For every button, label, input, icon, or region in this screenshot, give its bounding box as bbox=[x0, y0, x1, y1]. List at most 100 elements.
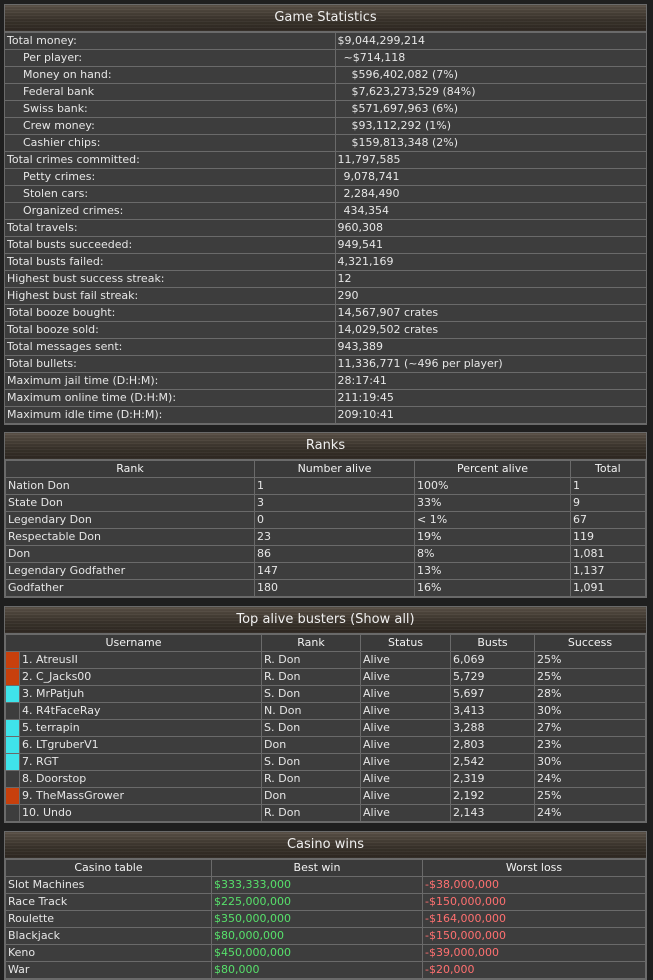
buster-username-link[interactable]: 1. AtreusII bbox=[18, 651, 263, 669]
stat-row: Total crimes committed: 11,797,585 bbox=[5, 151, 646, 169]
buster-success: 23% bbox=[534, 736, 646, 754]
stat-value: 11,336,771 (~496 per player) bbox=[335, 355, 646, 373]
buster-rank: R. Don bbox=[261, 770, 362, 788]
buster-username-link[interactable]: 9. TheMassGrower bbox=[18, 787, 263, 805]
ranks-title: Ranks bbox=[5, 433, 646, 460]
stat-label: Maximum online time (D:H:M): bbox=[5, 389, 336, 407]
stat-value: 434,354 bbox=[335, 202, 646, 220]
casino-table-name: War bbox=[5, 961, 212, 979]
stat-label: Total messages sent: bbox=[5, 338, 336, 356]
stat-row: Cashier chips: $159,813,348 (2%) bbox=[5, 134, 646, 152]
table-row: Godfather 180 16% 1,091 bbox=[5, 579, 646, 597]
casino-best-win: $450,000,000 bbox=[211, 944, 423, 962]
rank-total: 1 bbox=[570, 477, 646, 495]
stat-row: Highest bust success streak: 12 bbox=[5, 270, 646, 288]
buster-rank: R. Don bbox=[261, 668, 362, 686]
casino-worst-loss: -$20,000 bbox=[422, 961, 646, 979]
buster-username-link[interactable]: 10. Undo bbox=[18, 804, 263, 822]
busters-title[interactable]: Top alive busters (Show all) bbox=[5, 607, 646, 634]
ranks-header-number-alive: Number alive bbox=[254, 460, 415, 478]
buster-status: Alive bbox=[360, 753, 452, 771]
buster-success: 25% bbox=[534, 787, 646, 805]
busters-header-username: Username bbox=[4, 634, 263, 652]
table-row: 2. C_Jacks00 R. Don Alive 5,729 25% bbox=[5, 668, 646, 686]
stat-row: Maximum online time (D:H:M): 211:19:45 bbox=[5, 389, 646, 407]
crew-color-swatch bbox=[7, 806, 19, 821]
stat-row: Stolen cars: 2,284,490 bbox=[5, 185, 646, 203]
stat-row: Total booze bought: 14,567,907 crates bbox=[5, 304, 646, 322]
stat-row: Highest bust fail streak: 290 bbox=[5, 287, 646, 305]
rank-percent-alive: 100% bbox=[414, 477, 571, 495]
buster-username-link[interactable]: 2. C_Jacks00 bbox=[18, 668, 263, 686]
buster-busts: 5,697 bbox=[450, 685, 536, 703]
table-row: 3. MrPatjuh S. Don Alive 5,697 28% bbox=[5, 685, 646, 703]
stat-label: Cashier chips: bbox=[5, 134, 336, 152]
stat-label: Maximum jail time (D:H:M): bbox=[5, 372, 336, 390]
buster-success: 30% bbox=[534, 753, 646, 771]
buster-status: Alive bbox=[360, 804, 452, 822]
buster-status: Alive bbox=[360, 736, 452, 754]
rank-total: 119 bbox=[570, 528, 646, 546]
table-row: 8. Doorstop R. Don Alive 2,319 24% bbox=[5, 770, 646, 788]
stat-row: Total busts succeeded: 949,541 bbox=[5, 236, 646, 254]
rank-name: State Don bbox=[5, 494, 255, 512]
crew-color-swatch bbox=[6, 669, 19, 685]
stat-label: Stolen cars: bbox=[5, 185, 336, 203]
stat-row: Total booze sold: 14,029,502 crates bbox=[5, 321, 646, 339]
stat-value: 949,541 bbox=[335, 236, 646, 254]
buster-status: Alive bbox=[360, 719, 452, 737]
table-row: Respectable Don 23 19% 119 bbox=[5, 528, 646, 546]
buster-username-link[interactable]: 8. Doorstop bbox=[18, 770, 263, 788]
stat-row: Maximum jail time (D:H:M): 28:17:41 bbox=[5, 372, 646, 390]
rank-total: 67 bbox=[570, 511, 646, 529]
crew-color-swatch bbox=[6, 754, 19, 770]
stat-value: 211:19:45 bbox=[335, 389, 646, 407]
stat-row: Swiss bank: $571,697,963 (6%) bbox=[5, 100, 646, 118]
stat-row: Total messages sent: 943,389 bbox=[5, 338, 646, 356]
stat-row: Petty crimes: 9,078,741 bbox=[5, 168, 646, 186]
buster-busts: 5,729 bbox=[450, 668, 536, 686]
stat-row: Money on hand: $596,402,082 (7%) bbox=[5, 66, 646, 84]
buster-busts: 2,803 bbox=[450, 736, 536, 754]
buster-rank: Don bbox=[261, 787, 362, 805]
crew-color-marker bbox=[5, 804, 20, 822]
table-row: 5. terrapin S. Don Alive 3,288 27% bbox=[5, 719, 646, 737]
buster-status: Alive bbox=[360, 668, 452, 686]
crew-color-swatch bbox=[6, 788, 19, 804]
rank-name: Legendary Godfather bbox=[5, 562, 255, 580]
buster-username-link[interactable]: 3. MrPatjuh bbox=[18, 685, 263, 703]
buster-username-link[interactable]: 6. LTgruberV1 bbox=[18, 736, 263, 754]
buster-success: 28% bbox=[534, 685, 646, 703]
stat-value: 943,389 bbox=[335, 338, 646, 356]
rank-total: 1,081 bbox=[570, 545, 646, 563]
rank-name: Legendary Don bbox=[5, 511, 255, 529]
table-row: Legendary Don 0 < 1% 67 bbox=[5, 511, 646, 529]
rank-total: 9 bbox=[570, 494, 646, 512]
game-statistics-table: Total money: $9,044,299,214 Per player: ~$7… bbox=[5, 32, 646, 424]
stat-value: $159,813,348 (2%) bbox=[335, 134, 646, 152]
casino-worst-loss: -$150,000,000 bbox=[422, 893, 646, 911]
table-row: State Don 3 33% 9 bbox=[5, 494, 646, 512]
stat-label: Total bullets: bbox=[5, 355, 336, 373]
buster-username-link[interactable]: 4. R4tFaceRay bbox=[18, 702, 263, 720]
casino-best-win: $80,000,000 bbox=[211, 927, 423, 945]
table-row: 4. R4tFaceRay N. Don Alive 3,413 30% bbox=[5, 702, 646, 720]
casino-best-win: $350,000,000 bbox=[211, 910, 423, 928]
stat-row: Federal bank $7,623,273,529 (84%) bbox=[5, 83, 646, 101]
crew-color-marker bbox=[5, 770, 20, 788]
rank-percent-alive: 19% bbox=[414, 528, 571, 546]
game-statistics-title: Game Statistics bbox=[5, 5, 646, 32]
buster-username-link[interactable]: 5. terrapin bbox=[18, 719, 263, 737]
buster-success: 24% bbox=[534, 770, 646, 788]
stat-row: Organized crimes: 434,354 bbox=[5, 202, 646, 220]
stat-label: Total travels: bbox=[5, 219, 336, 237]
rank-number-alive: 0 bbox=[254, 511, 415, 529]
buster-status: Alive bbox=[360, 685, 452, 703]
ranks-panel: Ranks Rank Number alive Percent alive To… bbox=[4, 432, 647, 598]
rank-number-alive: 86 bbox=[254, 545, 415, 563]
table-row: Legendary Godfather 147 13% 1,137 bbox=[5, 562, 646, 580]
buster-success: 30% bbox=[534, 702, 646, 720]
stat-label: Petty crimes: bbox=[5, 168, 336, 186]
stat-row: Crew money: $93,112,292 (1%) bbox=[5, 117, 646, 135]
buster-username-link[interactable]: 7. RGT bbox=[18, 753, 263, 771]
